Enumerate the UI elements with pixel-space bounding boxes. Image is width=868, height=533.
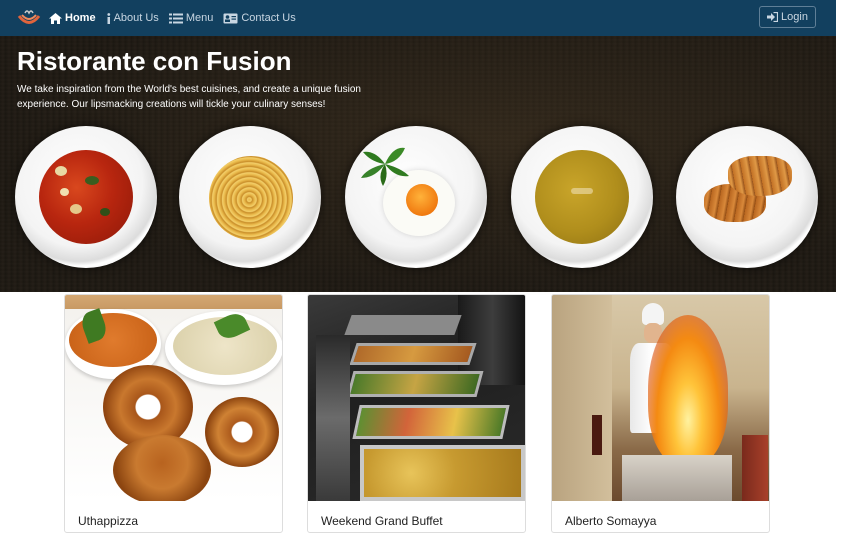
- jumbotron-lead: We take inspiration from the World's bes…: [17, 84, 361, 110]
- herb-garnish-icon: [361, 147, 409, 186]
- nav-menu: Home About Us Menu Contact Us: [49, 0, 306, 36]
- nav-item-label: Contact Us: [241, 12, 296, 24]
- fusion-logo-icon[interactable]: [16, 7, 42, 29]
- navbar: Home About Us Menu Contact Us Login: [0, 0, 836, 36]
- card-title: Alberto Somayya: [565, 514, 657, 528]
- dish-plate-image: [345, 126, 487, 268]
- page-title: Ristorante con Fusion: [17, 46, 292, 76]
- jumbotron: Ristorante con Fusion We take inspiratio…: [0, 36, 836, 292]
- login-label: Login: [781, 11, 808, 23]
- nav-item-home[interactable]: Home: [49, 12, 96, 24]
- card-title: Uthappizza: [78, 514, 139, 528]
- card-uthappizza[interactable]: Uthappizza: [64, 294, 283, 533]
- dish-plate-image: [179, 126, 321, 268]
- card-alberto-somayya[interactable]: Alberto Somayya: [551, 294, 770, 533]
- info-icon: [106, 12, 111, 24]
- card-title: Weekend Grand Buffet: [321, 514, 443, 528]
- dish-plate-image: [676, 126, 818, 268]
- card-image: [552, 295, 769, 501]
- sign-in-icon: [767, 12, 779, 22]
- card-image: [65, 295, 282, 501]
- nav-item-about-us[interactable]: About Us: [106, 12, 159, 24]
- nav-item-label: Home: [65, 12, 96, 24]
- address-card-icon: [223, 13, 238, 24]
- nav-item-label: About Us: [113, 12, 159, 24]
- nav-item-contact-us[interactable]: Contact Us: [223, 12, 296, 24]
- home-icon: [49, 12, 62, 24]
- card-image: [308, 295, 525, 501]
- card-weekend-grand-buffet[interactable]: Weekend Grand Buffet: [307, 294, 526, 533]
- nav-item-label: Menu: [185, 12, 214, 24]
- dish-plate-image: [15, 126, 157, 268]
- login-button[interactable]: Login: [759, 6, 816, 28]
- dish-plate-image: [511, 126, 653, 268]
- nav-item-menu[interactable]: Menu: [168, 12, 214, 24]
- list-icon: [168, 13, 183, 24]
